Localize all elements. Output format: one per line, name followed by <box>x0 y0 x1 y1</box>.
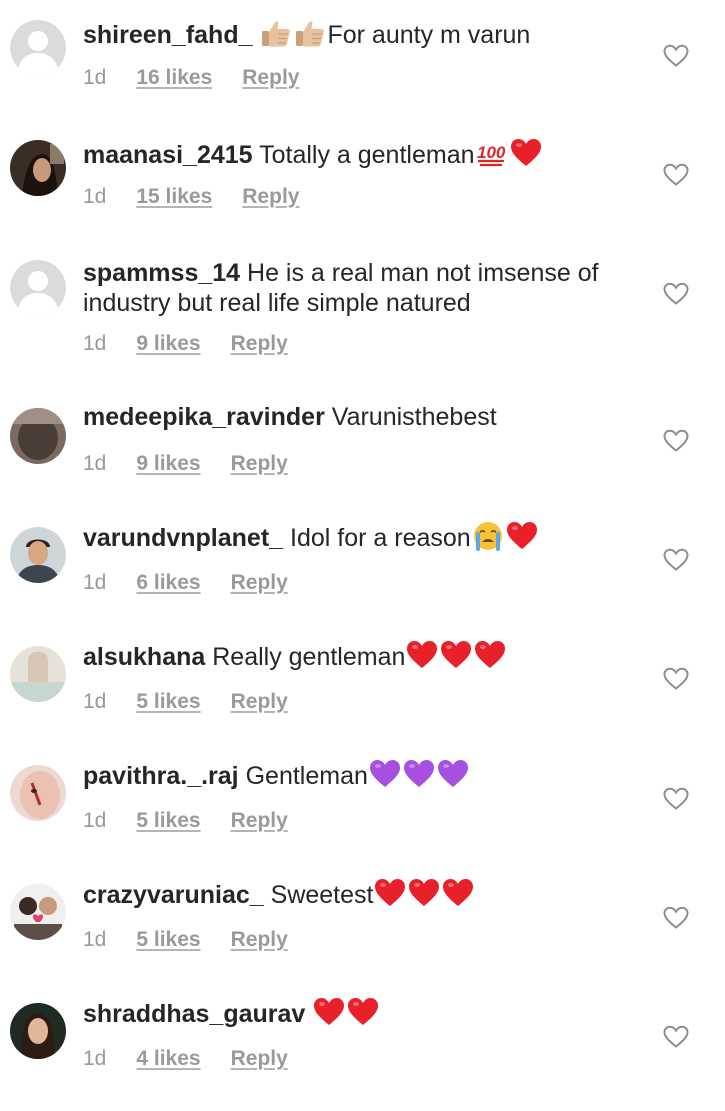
comment-meta: 1d 4 likes Reply <box>83 1046 288 1072</box>
comment-body: spammss_14 He is a real man not imsense … <box>83 258 643 318</box>
red-heart-emoji <box>510 138 542 175</box>
red-heart-emoji <box>313 997 345 1034</box>
reply-button[interactable]: Reply <box>231 570 288 596</box>
comment-body: pavithra._.raj Gentleman <box>83 759 643 796</box>
likes-count-link[interactable]: 5 likes <box>136 927 200 953</box>
svg-text:100: 100 <box>477 143 506 162</box>
reply-button[interactable]: Reply <box>231 808 288 834</box>
heart-outline-icon[interactable] <box>663 548 689 572</box>
comment-body: alsukhana Really gentleman <box>83 640 643 677</box>
timestamp: 1d <box>83 690 107 713</box>
red-heart-emoji <box>440 640 472 677</box>
comment-meta: 1d 9 likes Reply <box>83 331 288 357</box>
heart-outline-icon[interactable] <box>663 429 689 453</box>
comment-text: Gentleman <box>245 762 368 790</box>
red-heart-emoji <box>406 640 438 677</box>
comment-item: shraddhas_gaurav 1d 4 likes Reply <box>0 0 725 1070</box>
red-heart-emoji <box>442 878 474 915</box>
username-link[interactable]: spammss_14 <box>83 259 240 287</box>
heart-outline-icon[interactable] <box>663 667 689 691</box>
comment-meta: 1d 9 likes Reply <box>83 451 288 477</box>
comment-body: maanasi_2415 Totally a gentleman 100 <box>83 138 643 175</box>
comment-meta: 1d 5 likes Reply <box>83 689 288 715</box>
reply-button[interactable]: Reply <box>231 331 288 357</box>
likes-count-link[interactable]: 15 likes <box>136 184 212 210</box>
comment-meta: 1d 6 likes Reply <box>83 570 288 596</box>
reply-button[interactable]: Reply <box>231 451 288 477</box>
red-heart-emoji <box>506 521 538 558</box>
timestamp: 1d <box>83 452 107 475</box>
avatar[interactable] <box>10 527 66 583</box>
heart-outline-icon[interactable] <box>663 163 689 187</box>
username-link[interactable]: medeepika_ravinder <box>83 403 325 431</box>
comment-body: shraddhas_gaurav <box>83 997 643 1034</box>
comment-text: Idol for a reason <box>290 524 471 552</box>
avatar[interactable] <box>10 408 66 464</box>
timestamp: 1d <box>83 571 107 594</box>
heart-outline-icon[interactable] <box>663 787 689 811</box>
red-heart-emoji <box>474 640 506 677</box>
purple-heart-emoji <box>369 759 401 796</box>
avatar[interactable] <box>10 140 66 196</box>
avatar[interactable] <box>10 646 66 702</box>
username-link[interactable]: maanasi_2415 <box>83 141 253 169</box>
comment-text: Varunisthebest <box>331 403 497 431</box>
username-link[interactable]: crazyvaruniac_ <box>83 881 264 909</box>
likes-count-link[interactable]: 5 likes <box>136 689 200 715</box>
comment-text: Totally a gentleman <box>259 141 475 169</box>
purple-heart-emoji <box>403 759 435 796</box>
purple-heart-emoji <box>437 759 469 796</box>
likes-count-link[interactable]: 4 likes <box>136 1046 200 1072</box>
username-link[interactable]: varundvnplanet_ <box>83 524 283 552</box>
comment-meta: 1d 5 likes Reply <box>83 808 288 834</box>
likes-count-link[interactable]: 9 likes <box>136 331 200 357</box>
likes-count-link[interactable]: 5 likes <box>136 808 200 834</box>
timestamp: 1d <box>83 332 107 355</box>
likes-count-link[interactable]: 6 likes <box>136 570 200 596</box>
username-link[interactable]: alsukhana <box>83 643 205 671</box>
timestamp: 1d <box>83 1047 107 1070</box>
heart-outline-icon[interactable] <box>663 1025 689 1049</box>
comment-text: Sweetest <box>270 881 374 909</box>
comment-text: Really gentleman <box>212 643 406 671</box>
avatar[interactable] <box>10 260 66 316</box>
reply-button[interactable]: Reply <box>231 689 288 715</box>
reply-button[interactable]: Reply <box>242 184 299 210</box>
comment-body: medeepika_ravinder Varunisthebest <box>83 402 643 432</box>
comment-body: crazyvaruniac_ Sweetest <box>83 878 643 915</box>
red-heart-emoji <box>374 878 406 915</box>
hundred-emoji: 100 <box>476 138 508 175</box>
timestamp: 1d <box>83 185 107 208</box>
reply-button[interactable]: Reply <box>231 927 288 953</box>
likes-count-link[interactable]: 9 likes <box>136 451 200 477</box>
comment-meta: 1d 5 likes Reply <box>83 927 288 953</box>
avatar[interactable] <box>10 884 66 940</box>
red-heart-emoji <box>347 997 379 1034</box>
timestamp: 1d <box>83 809 107 832</box>
comment-meta: 1d 15 likes Reply <box>83 184 299 210</box>
heart-outline-icon[interactable] <box>663 906 689 930</box>
username-link[interactable]: pavithra._.raj <box>83 762 239 790</box>
comment-body: varundvnplanet_ Idol for a reason <box>83 521 643 558</box>
username-link[interactable]: shraddhas_gaurav <box>83 1000 305 1028</box>
reply-button[interactable]: Reply <box>231 1046 288 1072</box>
crying-face-emoji <box>472 521 504 558</box>
timestamp: 1d <box>83 928 107 951</box>
avatar[interactable] <box>10 765 66 821</box>
heart-outline-icon[interactable] <box>663 282 689 306</box>
red-heart-emoji <box>408 878 440 915</box>
avatar[interactable] <box>10 1003 66 1059</box>
